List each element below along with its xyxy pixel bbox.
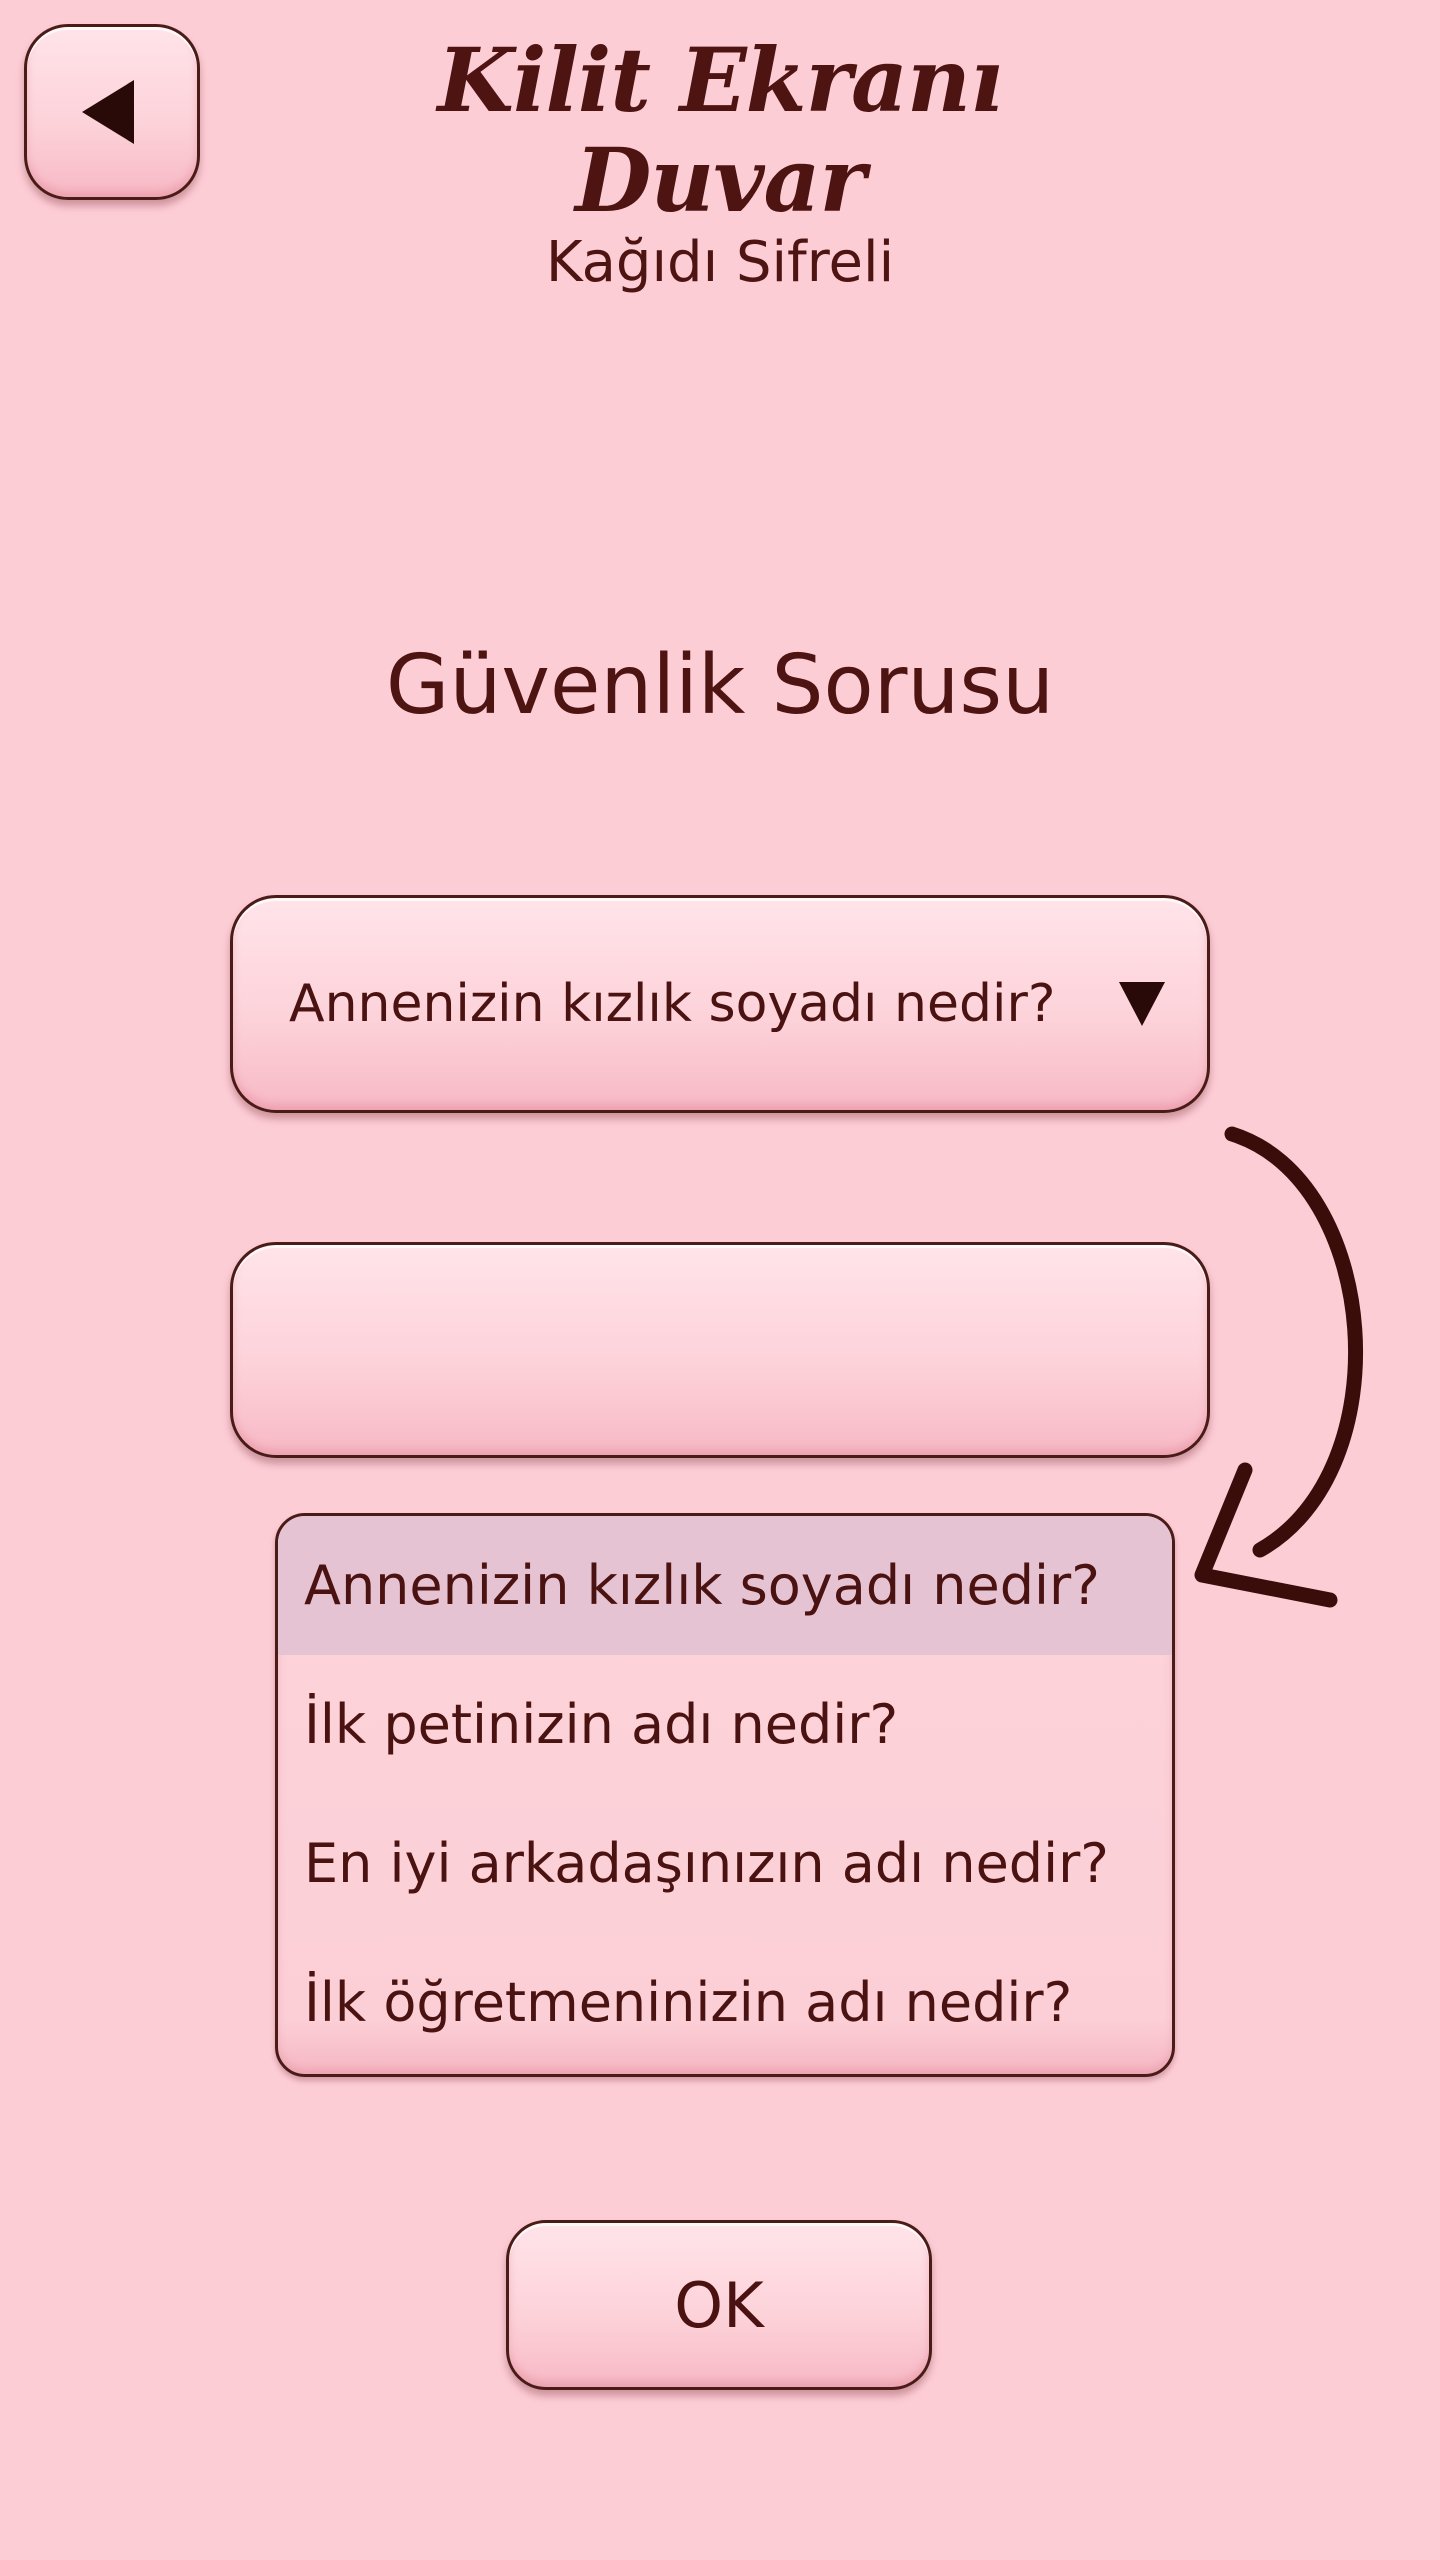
app-title-line2: Kağıdı Sifreli	[545, 230, 895, 295]
dropdown-arrow-icon	[1119, 982, 1165, 1026]
app-title-line1: Kilit Ekranı Duvar	[437, 28, 1004, 232]
back-button[interactable]	[24, 24, 200, 200]
option-item[interactable]: İlk petinizin adı nedir?	[278, 1655, 1172, 1794]
option-item[interactable]: En iyi arkadaşınızın adı nedir?	[278, 1794, 1172, 1933]
page-title: Güvenlik Sorusu	[385, 638, 1055, 733]
security-question-selected-value: Annenizin kızlık soyadı nedir?	[289, 974, 1056, 1034]
ok-button[interactable]: OK	[506, 2220, 932, 2390]
curved-arrow-icon	[1194, 1126, 1363, 1608]
security-question-select[interactable]: Annenizin kızlık soyadı nedir?	[230, 895, 1210, 1113]
option-item[interactable]: Annenizin kızlık soyadı nedir?	[278, 1516, 1172, 1655]
security-question-options: Annenizin kızlık soyadı nedir? İlk petin…	[275, 1513, 1175, 2077]
back-arrow-icon	[82, 80, 134, 144]
security-answer-input[interactable]	[230, 1242, 1210, 1458]
app-title: Kilit Ekranı Duvar Kağıdı Sifreli	[280, 30, 1160, 296]
option-item[interactable]: İlk öğretmeninizin adı nedir?	[278, 1933, 1172, 2072]
